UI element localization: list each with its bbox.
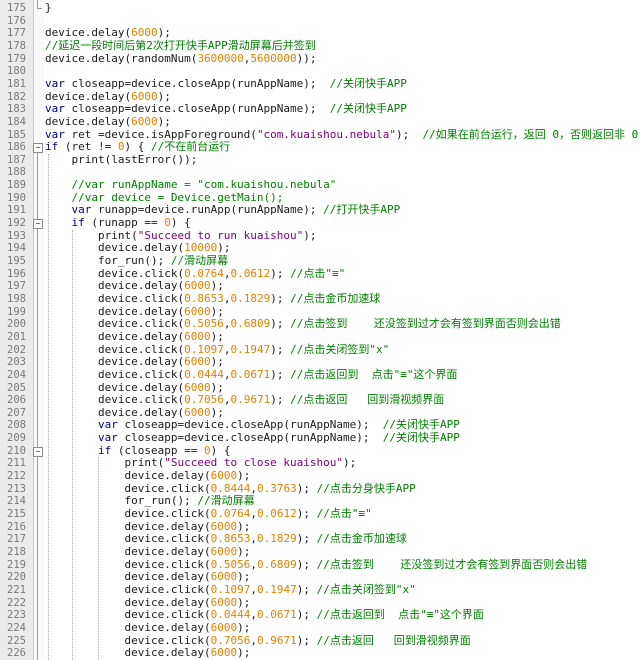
line-number: 202	[7, 343, 26, 356]
code-line[interactable]: 179 device.delay(randomNum(3600000,560000…	[0, 52, 640, 66]
line-number: 215	[7, 508, 26, 520]
line-number: 211	[7, 457, 26, 470]
line-number: 212	[7, 470, 26, 483]
line-number: 188	[7, 166, 26, 179]
code-text[interactable]: device.delay(randomNum(3600000,5600000))…	[45, 52, 317, 66]
code-text[interactable]: }	[45, 1, 52, 15]
line-number: 201	[7, 330, 26, 343]
code-text[interactable]: device.click(0.5056,0.6809); //点击签到 还没签到…	[45, 317, 561, 331]
line-number: 220	[7, 571, 26, 584]
line-number: 187	[7, 153, 26, 166]
line-number: 180	[7, 65, 26, 78]
code-line[interactable]: 175}	[0, 1, 640, 15]
code-line[interactable]: 215 device.click(0.0764,0.0612); //点击"≡"	[0, 507, 640, 521]
code-text[interactable]: if (ret != 0) { //不在前台运行	[45, 140, 230, 154]
line-number: 183	[7, 103, 26, 116]
line-number: 208	[7, 419, 26, 432]
code-line[interactable]: 180	[0, 65, 640, 78]
code-text[interactable]: print(lastError());	[45, 153, 197, 167]
code-text[interactable]: device.click(0.0444,0.0671); //点击返回到 点击"…	[45, 608, 483, 622]
code-line[interactable]: 206 device.click(0.7056,0.9671); //点击返回 …	[0, 393, 640, 407]
line-number: 185	[7, 128, 26, 141]
code-line[interactable]: 186 if (ret != 0) { //不在前台运行	[0, 140, 640, 154]
fold-end-marker	[37, 8, 42, 9]
line-number: 197	[7, 280, 26, 293]
indent-guide	[48, 153, 49, 660]
line-number: 225	[7, 634, 26, 647]
line-number: 190	[7, 191, 26, 204]
code-text[interactable]: device.click(0.0764,0.0612); //点击"≡"	[45, 507, 371, 521]
line-number: 219	[7, 558, 26, 571]
line-number: 223	[7, 609, 26, 622]
code-editor[interactable]: 175} 176 177 device.delay(6000); 178//延迟一段时间…	[0, 0, 640, 660]
line-number: 199	[7, 305, 26, 318]
line-number: 203	[7, 356, 26, 369]
code-line[interactable]: 221 device.click(0.1097,0.1947); //点击关闭签…	[0, 583, 640, 597]
code-line[interactable]: 204 device.click(0.0444,0.0671); //点击返回到…	[0, 368, 640, 382]
line-number: 189	[7, 179, 26, 192]
line-number: 209	[7, 432, 26, 445]
fold-range-line	[37, 0, 38, 8]
line-number: 218	[7, 545, 26, 558]
line-number: 196	[7, 267, 26, 280]
line-number: 206	[7, 394, 26, 407]
code-line[interactable]: 192 if (runapp == 0) {	[0, 216, 640, 230]
line-number: 178	[7, 39, 26, 52]
line-number: 217	[7, 533, 26, 546]
fold-toggle-icon[interactable]: −	[33, 219, 43, 230]
line-number: 195	[7, 255, 26, 267]
line-number: 221	[7, 583, 26, 596]
line-number: 191	[7, 204, 26, 217]
line-number: 226	[7, 647, 26, 660]
line-number: 181	[7, 77, 26, 90]
code-line[interactable]: 223 device.click(0.0444,0.0671); //点击返回到…	[0, 608, 640, 622]
line-number: 182	[7, 90, 26, 103]
code-line[interactable]: 198 device.click(0.8653,0.1829); //点击金币加…	[0, 292, 640, 306]
code-text[interactable]: device.click(0.8653,0.1829); //点击金币加速球	[45, 292, 380, 306]
fold-toggle-icon[interactable]: −	[33, 446, 43, 457]
indent-guide	[98, 457, 99, 660]
code-line[interactable]: 181 var closeapp=device.closeApp(runAppNa…	[0, 77, 640, 91]
code-text[interactable]: device.click(0.7056,0.9671); //点击返回 回到滑视…	[45, 393, 444, 407]
line-number: 213	[7, 482, 26, 495]
line-number: 184	[7, 115, 26, 128]
line-number: 194	[7, 242, 26, 255]
code-line[interactable]: 200 device.click(0.5056,0.6809); //点击签到 …	[0, 317, 640, 331]
line-number: 179	[7, 52, 26, 65]
code-line[interactable]: 178//延迟一段时间后第2次打开快手APP滑动屏幕后并签到	[0, 39, 640, 53]
line-number: 198	[7, 292, 26, 305]
line-number: 222	[7, 596, 26, 609]
fold-toggle-icon[interactable]: −	[33, 143, 43, 154]
line-number: 210	[7, 444, 26, 457]
code-text[interactable]: device.delay(6000);	[45, 646, 250, 660]
line-number: 175	[7, 2, 26, 14]
line-number: 193	[7, 229, 26, 242]
line-number: 205	[7, 381, 26, 394]
line-number: 214	[7, 495, 26, 508]
code-line[interactable]: 226 device.delay(6000);	[0, 646, 640, 660]
line-number: 216	[7, 520, 26, 533]
line-number: 224	[7, 621, 26, 634]
line-number: 207	[7, 406, 26, 419]
indent-guide	[72, 229, 73, 660]
code-text[interactable]: var closeapp=device.closeApp(runAppName)…	[45, 77, 407, 91]
line-number: 177	[7, 27, 26, 40]
line-number: 200	[7, 318, 26, 331]
line-number: 192	[7, 217, 26, 230]
line-number: 186	[7, 141, 26, 154]
line-number: 204	[7, 368, 26, 381]
code-line[interactable]: 183 var closeapp=device.closeApp(runAppNa…	[0, 102, 640, 116]
code-line[interactable]: 209 var closeapp=device.closeApp(runAppN…	[0, 431, 640, 445]
line-number: 176	[7, 14, 26, 27]
code-text[interactable]: device.click(0.0444,0.0671); //点击返回到 点击"…	[45, 368, 457, 382]
code-line[interactable]: 187 print(lastError());	[0, 153, 640, 167]
code-text[interactable]: var closeapp=device.closeApp(runAppName)…	[45, 102, 407, 116]
